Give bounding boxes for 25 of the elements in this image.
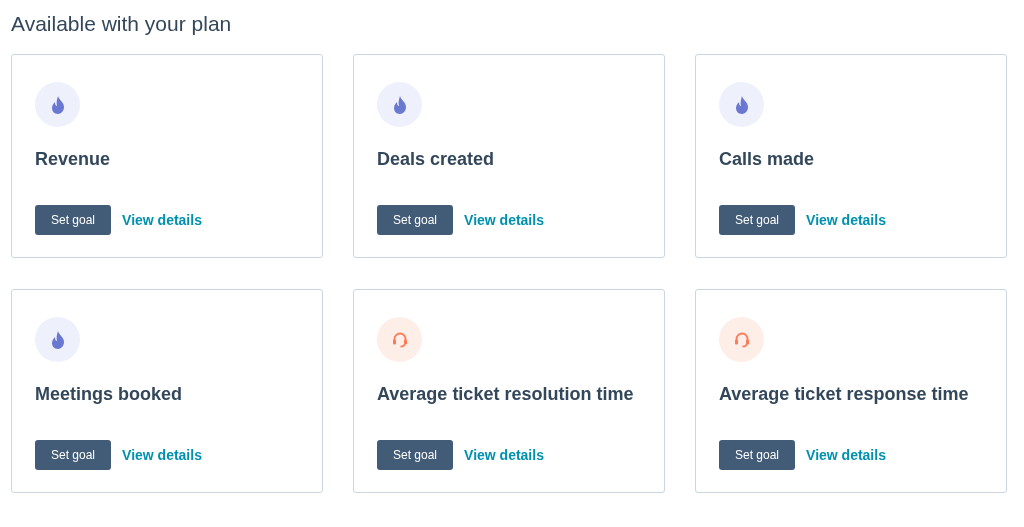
- goal-title: Average ticket response time: [719, 383, 970, 406]
- section-heading: Available with your plan: [11, 11, 233, 37]
- view-details-link[interactable]: View details: [464, 212, 544, 228]
- set-goal-button[interactable]: Set goal: [719, 440, 796, 470]
- set-goal-button[interactable]: Set goal: [377, 440, 454, 470]
- flame-icon: [392, 95, 407, 114]
- set-goal-button[interactable]: Set goal: [35, 440, 112, 470]
- headset-icon: [391, 331, 408, 348]
- flame-icon: [734, 95, 749, 114]
- goal-title: Deals created: [377, 148, 496, 171]
- view-details-link[interactable]: View details: [806, 447, 886, 463]
- goal-title: Calls made: [719, 148, 816, 171]
- set-goal-button[interactable]: Set goal: [35, 205, 112, 235]
- view-details-link[interactable]: View details: [122, 447, 202, 463]
- set-goal-button[interactable]: Set goal: [377, 205, 454, 235]
- view-details-link[interactable]: View details: [806, 212, 886, 228]
- view-details-link[interactable]: View details: [464, 447, 544, 463]
- goal-title: Average ticket resolution time: [377, 383, 635, 406]
- headset-icon: [733, 331, 750, 348]
- flame-icon: [50, 95, 65, 114]
- goal-title: Meetings booked: [35, 383, 183, 406]
- set-goal-button[interactable]: Set goal: [719, 205, 796, 235]
- flame-icon: [50, 330, 65, 349]
- goal-title: Revenue: [35, 148, 112, 171]
- view-details-link[interactable]: View details: [122, 212, 202, 228]
